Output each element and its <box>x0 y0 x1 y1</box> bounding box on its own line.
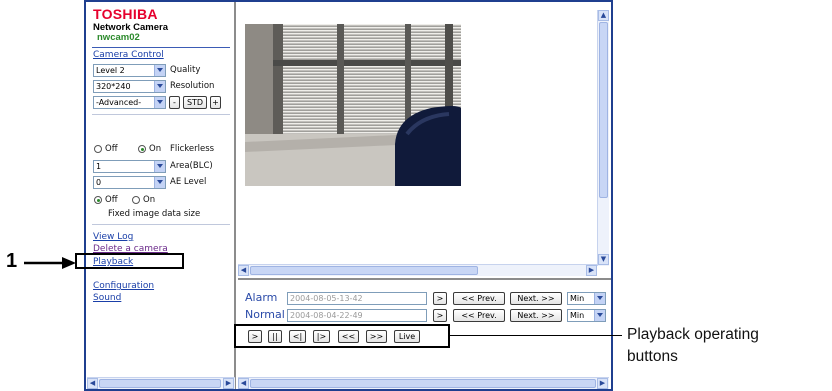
playback-horizontal-scrollbar[interactable]: ◀ ▶ <box>238 377 609 389</box>
toshiba-logo: TOSHIBA <box>93 6 158 22</box>
chevron-down-icon[interactable]: ▼ <box>598 254 609 265</box>
alarm-label: Alarm <box>245 291 278 304</box>
left-horizontal-scrollbar[interactable]: ◀ ▶ <box>87 377 235 389</box>
chevron-down-icon[interactable] <box>154 161 165 172</box>
area-value: 1 <box>96 162 102 171</box>
normal-next-button[interactable]: Next. >> <box>510 309 562 322</box>
video-vertical-scrollbar[interactable]: ▲ ▼ <box>597 10 609 266</box>
chevron-down-icon[interactable] <box>154 177 165 188</box>
camera-scene <box>245 24 461 186</box>
fixed-size-label: Fixed image data size <box>108 209 201 219</box>
chevron-down-icon[interactable] <box>594 293 605 304</box>
flicker-off-radio[interactable] <box>94 145 102 153</box>
camera-live-image <box>245 24 461 186</box>
quality-value: Level 2 <box>96 66 125 75</box>
alarm-go-button[interactable]: > <box>433 292 447 305</box>
chevron-right-icon[interactable]: ▶ <box>223 378 234 389</box>
chevron-right-icon[interactable]: ▶ <box>597 378 608 389</box>
chevron-right-icon[interactable]: ▶ <box>586 265 597 276</box>
divider <box>92 224 230 225</box>
arrow-right-icon <box>24 257 76 269</box>
normal-unit-select[interactable]: Min <box>567 309 606 322</box>
camera-control-title: Camera Control <box>93 50 164 60</box>
divider <box>92 47 230 48</box>
sound-link[interactable]: Sound <box>93 293 121 303</box>
normal-time-field[interactable]: 2004-08-04-22-49 <box>287 309 427 322</box>
chevron-down-icon[interactable] <box>154 81 165 92</box>
camera-name: nwcam02 <box>97 32 140 43</box>
area-select[interactable]: 1 <box>93 160 166 173</box>
chevron-left-icon[interactable]: ◀ <box>87 378 98 389</box>
chevron-down-icon[interactable] <box>154 65 165 76</box>
plus-button[interactable]: + <box>210 96 221 109</box>
alarm-unit-value: Min <box>570 294 585 303</box>
alarm-prev-button[interactable]: << Prev. <box>453 292 505 305</box>
alarm-time-field[interactable]: 2004-08-05-13-42 <box>287 292 427 305</box>
fixed-on-radio[interactable] <box>132 196 140 204</box>
scroll-thumb[interactable] <box>99 379 221 388</box>
flicker-on-label: On <box>149 144 162 154</box>
std-button[interactable]: STD <box>183 96 207 109</box>
playback-link-highlight <box>75 253 184 269</box>
chevron-left-icon[interactable]: ◀ <box>238 265 249 276</box>
minus-button[interactable]: - <box>169 96 180 109</box>
flicker-off-label: Off <box>105 144 118 154</box>
fixed-off-radio[interactable] <box>94 196 102 204</box>
scroll-thumb[interactable] <box>250 379 596 388</box>
ae-level-label: AE Level <box>170 177 207 187</box>
resolution-select[interactable]: 320*240 <box>93 80 166 93</box>
callout-number: 1 <box>6 250 18 272</box>
chevron-down-icon[interactable] <box>594 310 605 321</box>
flickerless-label: Flickerless <box>170 144 215 154</box>
normal-go-button[interactable]: > <box>433 309 447 322</box>
fixed-on-label: On <box>143 195 156 205</box>
chevron-down-icon[interactable] <box>154 97 165 108</box>
playback-buttons-highlight <box>234 324 450 348</box>
callout-leader-line <box>450 335 622 336</box>
normal-prev-button[interactable]: << Prev. <box>453 309 505 322</box>
callout-label-line2: buttons <box>627 348 678 365</box>
fixed-off-label: Off <box>105 195 118 205</box>
flicker-on-radio[interactable] <box>138 145 146 153</box>
advanced-select[interactable]: -Advanced- <box>93 96 166 109</box>
alarm-unit-select[interactable]: Min <box>567 292 606 305</box>
quality-select[interactable]: Level 2 <box>93 64 166 77</box>
scroll-thumb[interactable] <box>599 22 608 198</box>
chevron-left-icon[interactable]: ◀ <box>238 378 249 389</box>
alarm-next-button[interactable]: Next. >> <box>510 292 562 305</box>
configuration-link[interactable]: Configuration <box>93 281 154 291</box>
advanced-value: -Advanced- <box>96 98 142 107</box>
area-label: Area(BLC) <box>170 161 213 171</box>
chevron-up-icon[interactable]: ▲ <box>598 10 609 21</box>
resolution-label: Resolution <box>170 81 215 91</box>
scroll-thumb[interactable] <box>250 266 478 275</box>
video-horizontal-scrollbar[interactable]: ◀ ▶ <box>238 264 597 276</box>
normal-unit-value: Min <box>570 311 585 320</box>
callout-label-line1: Playback operating <box>627 326 759 343</box>
ae-level-value: 0 <box>96 178 102 187</box>
divider <box>92 114 230 115</box>
quality-label: Quality <box>170 65 201 75</box>
view-log-link[interactable]: View Log <box>93 232 133 242</box>
ae-level-select[interactable]: 0 <box>93 176 166 189</box>
normal-label: Normal <box>245 308 285 321</box>
resolution-value: 320*240 <box>96 82 131 91</box>
